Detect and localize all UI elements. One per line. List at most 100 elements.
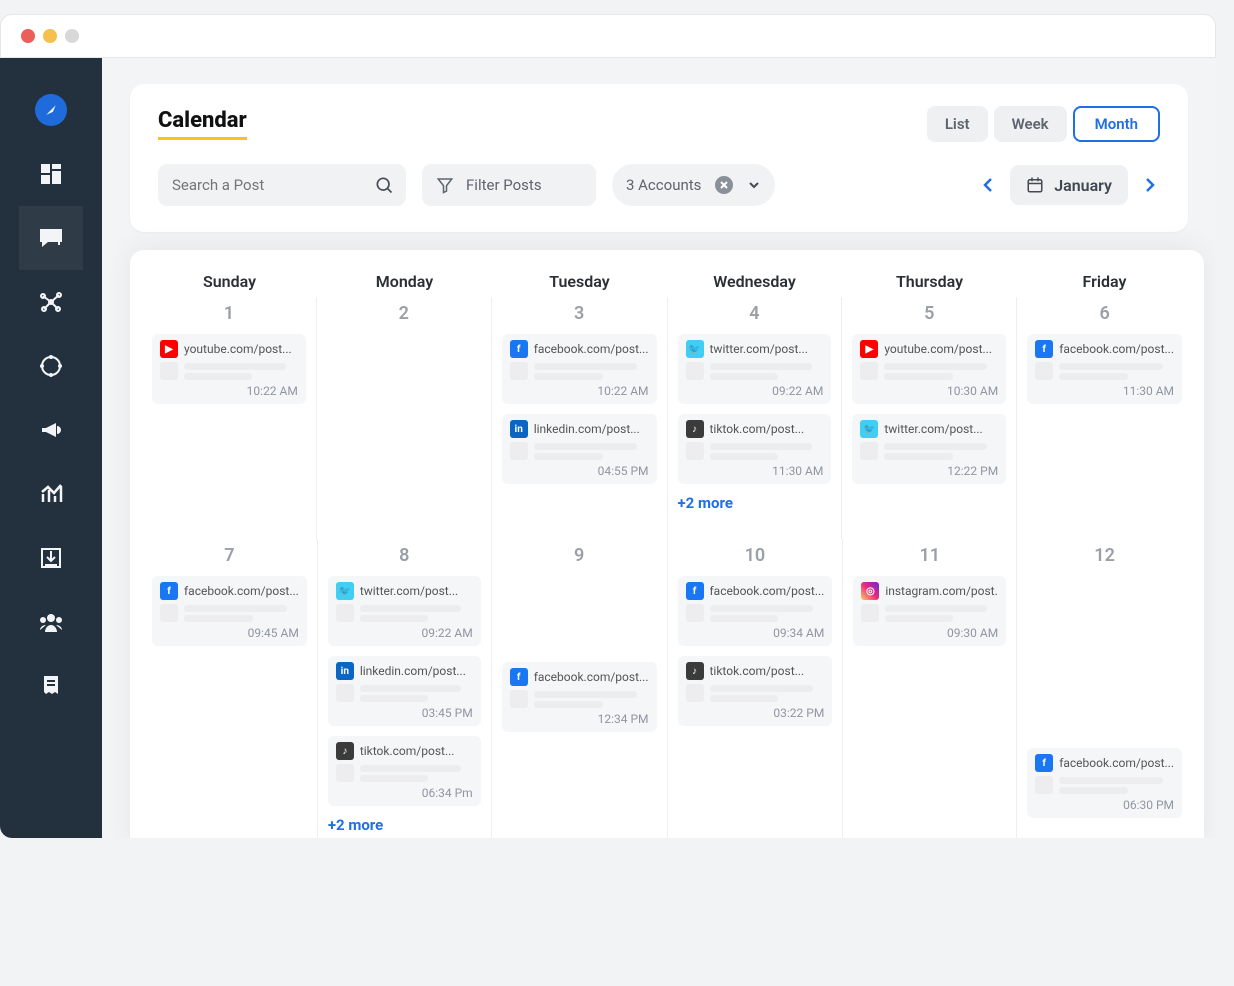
post-url: twitter.com/post... xyxy=(710,342,808,356)
tw-icon: 🐦 xyxy=(860,420,878,438)
scheduled-post[interactable]: inlinkedin.com/post...04:55 PM xyxy=(502,414,657,484)
tk-icon: ♪ xyxy=(686,662,704,680)
filter-button[interactable]: Filter Posts xyxy=(422,164,596,206)
scheduled-post[interactable]: ♪tiktok.com/post...03:22 PM xyxy=(678,656,833,726)
post-time: 12:22 PM xyxy=(860,464,998,478)
scheduled-post[interactable]: ffacebook.com/post...09:34 AM xyxy=(678,576,833,646)
calendar-day-cell[interactable]: 2 xyxy=(317,297,492,539)
post-time: 11:30 AM xyxy=(686,464,824,478)
calendar-day-header: Wednesday xyxy=(667,272,842,297)
scheduled-post[interactable]: ffacebook.com/post...06:30 PM xyxy=(1027,748,1182,818)
day-number: 3 xyxy=(502,303,657,324)
post-time: 10:22 AM xyxy=(510,384,649,398)
post-url: twitter.com/post... xyxy=(884,422,982,436)
post-url: facebook.com/post... xyxy=(534,342,649,356)
post-time: 06:34 Pm xyxy=(336,786,473,800)
scheduled-post[interactable]: ffacebook.com/post...09:45 AM xyxy=(152,576,307,646)
yt-icon: ▶ xyxy=(160,340,178,358)
tab-list[interactable]: List xyxy=(927,106,988,142)
day-number: 8 xyxy=(328,545,481,566)
day-number: 5 xyxy=(852,303,1006,324)
tab-month[interactable]: Month xyxy=(1073,106,1160,142)
calendar-week-row: 1▶youtube.com/post...10:22 AM23ffacebook… xyxy=(142,297,1192,539)
next-month-button[interactable] xyxy=(1140,175,1160,195)
navigate-icon[interactable] xyxy=(35,94,67,126)
post-url: tiktok.com/post... xyxy=(360,744,455,758)
calendar-day-cell[interactable]: 8 🐦twitter.com/post...09:22 AM inlinkedin.… xyxy=(318,539,492,838)
calendar-day-cell[interactable]: 5 ▶youtube.com/post...10:30 AM 🐦 twitter.co… xyxy=(842,297,1017,539)
scheduled-post[interactable]: f facebook.com/post... 10:22 AM xyxy=(502,334,657,404)
search-input-wrapper[interactable] xyxy=(158,164,406,206)
tab-week[interactable]: Week xyxy=(994,106,1067,142)
posts-icon[interactable] xyxy=(35,222,67,254)
megaphone-icon[interactable] xyxy=(35,414,67,446)
scheduled-post[interactable]: 🐦 twitter.com/post... 12:22 PM xyxy=(852,414,1006,484)
scheduled-post[interactable]: ffacebook.com/post...12:34 PM xyxy=(502,662,657,732)
post-url: facebook.com/post... xyxy=(184,584,299,598)
calendar-day-cell[interactable]: 3 f facebook.com/post... 10:22 AM inlinkedin… xyxy=(492,297,668,539)
post-time: 09:34 AM xyxy=(686,626,825,640)
calendar-day-header: Monday xyxy=(317,272,492,297)
month-navigator: January xyxy=(978,165,1160,205)
calendar-day-cell[interactable]: 12ffacebook.com/post...06:30 PM xyxy=(1017,539,1192,838)
calendar-day-cell[interactable]: 11 ◎instagram.com/post.09:30 AM xyxy=(843,539,1017,838)
li-icon: in xyxy=(510,420,528,438)
calendar-day-cell[interactable]: 10ffacebook.com/post...09:34 AM♪tiktok.c… xyxy=(668,539,844,838)
search-icon xyxy=(374,175,394,195)
calendar-week-row: 7ffacebook.com/post...09:45 AM 8 🐦twitter.… xyxy=(142,539,1192,838)
filter-label: Filter Posts xyxy=(466,176,542,194)
analytics-icon[interactable] xyxy=(35,478,67,510)
scheduled-post[interactable]: 🐦twitter.com/post...09:22 AM xyxy=(328,576,481,646)
calendar-day-cell[interactable]: 1▶youtube.com/post...10:22 AM xyxy=(142,297,317,539)
post-time: 03:22 PM xyxy=(686,706,825,720)
tw-icon: 🐦 xyxy=(686,340,704,358)
scheduled-post[interactable]: ♪tiktok.com/post...11:30 AM xyxy=(678,414,832,484)
reports-icon[interactable] xyxy=(35,670,67,702)
yt-icon: ▶ xyxy=(860,340,878,358)
calendar-day-cell[interactable]: 4🐦twitter.com/post...09:22 AM♪tiktok.com… xyxy=(668,297,843,539)
scheduled-post[interactable]: ▶youtube.com/post...10:30 AM xyxy=(852,334,1006,404)
calendar-day-cell[interactable]: 9 ffacebook.com/post...12:34 PM xyxy=(492,539,668,838)
thumbnail-placeholder xyxy=(860,362,878,380)
post-url: facebook.com/post... xyxy=(534,670,649,684)
thumbnail-placeholder xyxy=(686,362,704,380)
network-icon[interactable] xyxy=(35,286,67,318)
more-posts-link[interactable]: +2 more xyxy=(328,816,481,834)
scheduled-post[interactable]: ♪tiktok.com/post...06:34 Pm xyxy=(328,736,481,806)
post-time: 09:22 AM xyxy=(686,384,824,398)
post-url: youtube.com/post... xyxy=(184,342,292,356)
accounts-label: 3 Accounts xyxy=(626,176,701,194)
scheduled-post[interactable]: ▶youtube.com/post...10:22 AM xyxy=(152,334,306,404)
scheduled-post[interactable]: 🐦 twitter.com/post... 09:22 AM xyxy=(678,334,832,404)
dashboard-icon[interactable] xyxy=(35,158,67,190)
accounts-selector[interactable]: 3 Accounts xyxy=(612,164,775,206)
day-number: 11 xyxy=(853,545,1006,566)
download-icon[interactable] xyxy=(35,542,67,574)
clear-icon[interactable] xyxy=(715,176,733,194)
thumbnail-placeholder xyxy=(686,684,704,702)
target-icon[interactable] xyxy=(35,350,67,382)
post-url: linkedin.com/post... xyxy=(360,664,466,678)
maximize-window-icon[interactable] xyxy=(65,29,79,43)
post-time: 10:30 AM xyxy=(860,384,998,398)
scheduled-post[interactable]: ◎instagram.com/post.09:30 AM xyxy=(853,576,1006,646)
scheduled-post[interactable]: inlinkedin.com/post...03:45 PM xyxy=(328,656,481,726)
sidebar xyxy=(0,58,102,838)
day-number: 9 xyxy=(502,545,657,566)
prev-month-button[interactable] xyxy=(978,175,998,195)
month-selector[interactable]: January xyxy=(1010,165,1128,205)
calendar-day-cell[interactable]: 7ffacebook.com/post...09:45 AM xyxy=(142,539,318,838)
minimize-window-icon[interactable] xyxy=(43,29,57,43)
scheduled-post[interactable]: ffacebook.com/post...11:30 AM xyxy=(1027,334,1182,404)
calendar-day-cell[interactable]: 6ffacebook.com/post...11:30 AM xyxy=(1017,297,1192,539)
team-icon[interactable] xyxy=(35,606,67,638)
main-content: Calendar List Week Month Filter Posts 3 xyxy=(102,58,1216,838)
fb-icon: f xyxy=(510,340,528,358)
post-url: facebook.com/post... xyxy=(1059,756,1174,770)
search-input[interactable] xyxy=(172,176,374,194)
more-posts-link[interactable]: +2 more xyxy=(678,494,832,512)
post-time: 09:30 AM xyxy=(861,626,998,640)
window-chrome xyxy=(0,14,1216,58)
close-window-icon[interactable] xyxy=(21,29,35,43)
fb-icon: f xyxy=(686,582,704,600)
